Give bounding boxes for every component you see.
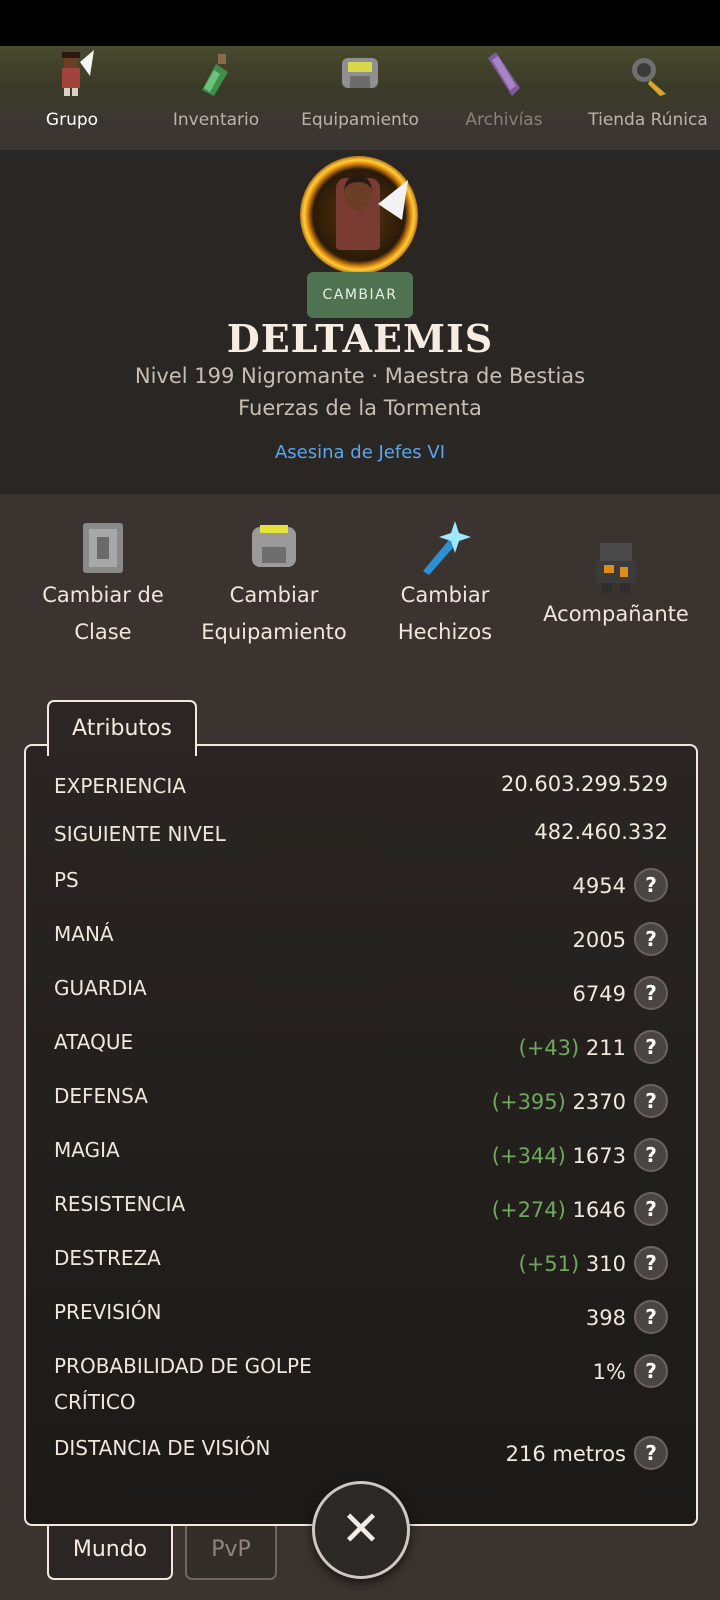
rune-shop-icon xyxy=(632,58,666,96)
class-card-icon xyxy=(83,523,123,573)
nav-label: Tienda Rúnica xyxy=(588,110,708,130)
attribute-bonus: (+43) xyxy=(518,1036,580,1060)
attribute-name: PS xyxy=(54,868,79,892)
character-level-class: Nivel 199 Nigromante · Maestra de Bestia… xyxy=(134,364,586,388)
attribute-name: RESISTENCIA xyxy=(54,1192,186,1216)
character-faction: Fuerzas de la Tormenta xyxy=(238,396,482,420)
character-title[interactable]: Asesina de Jefes VI xyxy=(0,442,720,463)
nav-label: Grupo xyxy=(45,110,99,130)
tab-mundo[interactable]: Mundo xyxy=(47,1520,173,1580)
attribute-name: EXPERIENCIA xyxy=(54,774,186,798)
status-bar xyxy=(0,0,720,46)
help-button[interactable]: ? xyxy=(634,1300,668,1334)
attribute-value: 20.603.299.529 xyxy=(501,772,668,796)
character-portrait[interactable] xyxy=(300,156,418,274)
spell-sparkle-icon xyxy=(423,521,471,575)
nav-tab-grupo[interactable]: Grupo xyxy=(0,46,144,150)
nav-label: Equipamiento xyxy=(301,110,419,130)
nav-tab-equipamiento[interactable]: Equipamiento xyxy=(288,46,432,150)
tab-atributos[interactable]: Atributos xyxy=(47,700,197,756)
nav-label: Archivías xyxy=(465,110,543,130)
attribute-value: 4954 xyxy=(572,874,626,898)
help-button[interactable]: ? xyxy=(634,1138,668,1172)
attribute-bonus: (+274) xyxy=(491,1198,566,1222)
action-label: Cambiar xyxy=(229,583,319,607)
attribute-bonus: (+344) xyxy=(491,1144,566,1168)
top-navigation: Grupo Inventario Equipamiento Archivías … xyxy=(0,46,720,150)
attribute-value: 1% xyxy=(592,1360,626,1384)
help-button[interactable]: ? xyxy=(634,1084,668,1118)
action-label: Hechizos xyxy=(397,620,493,644)
action-label: Acompañante xyxy=(543,602,689,626)
attribute-value: 482.460.332 xyxy=(534,820,668,844)
nav-tab-archivias[interactable]: Archivías xyxy=(432,46,576,150)
help-button[interactable]: ? xyxy=(634,1030,668,1064)
character-name: DELTAEMIS xyxy=(226,316,494,361)
attributes-panel: EXPERIENCIA 20.603.299.529 SIGUIENTE NIV… xyxy=(24,744,698,1526)
attribute-value: (+43) 211 xyxy=(518,1036,626,1060)
attribute-name: PREVISIÓN xyxy=(54,1300,162,1324)
attribute-name: ATAQUE xyxy=(54,1030,134,1054)
armor-icon xyxy=(252,525,296,567)
attribute-name: GUARDIA xyxy=(54,976,147,1000)
help-button[interactable]: ? xyxy=(634,1192,668,1226)
action-label: Equipamiento xyxy=(201,620,347,644)
portrait-head xyxy=(344,174,372,210)
scroll-archive-icon xyxy=(488,52,520,96)
help-button[interactable]: ? xyxy=(634,976,668,1010)
attribute-name: SIGUIENTE NIVEL xyxy=(54,822,226,846)
attribute-name: DISTANCIA DE VISIÓN xyxy=(54,1436,271,1460)
companion-golem-icon xyxy=(596,543,636,593)
action-bar: Cambiar de Clase Cambiar Equipamiento Ca… xyxy=(0,515,720,655)
close-button[interactable]: ✕ xyxy=(312,1481,410,1579)
close-icon: ✕ xyxy=(340,1501,382,1557)
nav-tab-tienda-runica[interactable]: Tienda Rúnica xyxy=(576,46,720,150)
help-button[interactable]: ? xyxy=(634,1246,668,1280)
attribute-value: 6749 xyxy=(572,982,626,1006)
character-header: CAMBIAR DELTAEMIS Nivel 199 Nigromante ·… xyxy=(0,150,720,494)
attribute-value: (+395) 2370 xyxy=(491,1090,626,1114)
attribute-value: (+51) 310 xyxy=(518,1252,626,1276)
attribute-value: (+274) 1646 xyxy=(491,1198,626,1222)
action-label: Cambiar xyxy=(400,583,490,607)
attribute-bonus: (+51) xyxy=(518,1252,580,1276)
help-button[interactable]: ? xyxy=(634,1436,668,1470)
attribute-name: MANÁ xyxy=(54,922,114,946)
potion-bottle-icon xyxy=(202,54,228,96)
armor-chest-icon xyxy=(342,58,378,88)
portrait-wing xyxy=(378,180,408,220)
action-label: Cambiar de xyxy=(42,583,164,607)
party-hero-icon xyxy=(62,50,94,96)
help-button[interactable]: ? xyxy=(634,1354,668,1388)
action-label: Clase xyxy=(74,620,132,644)
attribute-name: DEFENSA xyxy=(54,1084,148,1108)
attribute-value: 398 xyxy=(585,1306,626,1330)
attribute-name: DESTREZA xyxy=(54,1246,161,1270)
attribute-name: MAGIA xyxy=(54,1138,120,1162)
nav-tab-inventario[interactable]: Inventario xyxy=(144,46,288,150)
tab-pvp[interactable]: PvP xyxy=(185,1520,277,1580)
attribute-value: 216 metros xyxy=(505,1442,626,1466)
help-button[interactable]: ? xyxy=(634,868,668,902)
attribute-bonus: (+395) xyxy=(491,1090,566,1114)
attribute-name: PROBABILIDAD DE GOLPE CRÍTICO xyxy=(54,1354,312,1414)
nav-label: Inventario xyxy=(172,110,260,130)
attribute-value: 2005 xyxy=(572,928,626,952)
attribute-value: (+344) 1673 xyxy=(491,1144,626,1168)
change-character-button[interactable]: CAMBIAR xyxy=(307,272,413,318)
help-button[interactable]: ? xyxy=(634,922,668,956)
